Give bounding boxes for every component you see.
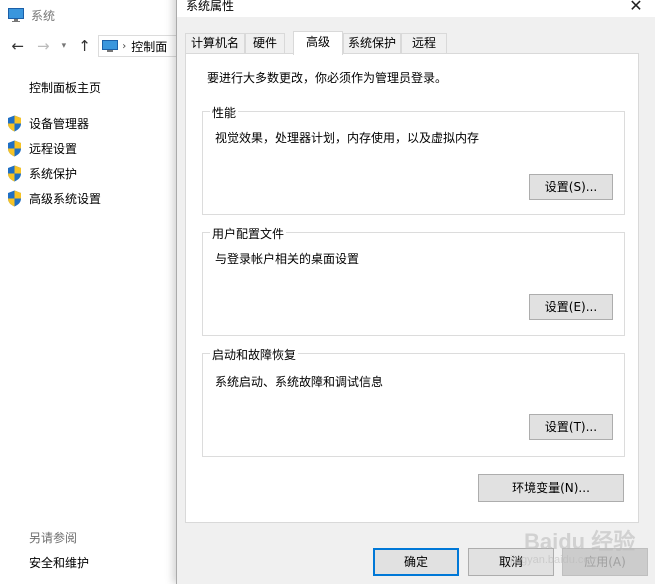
startup-recovery-group: 启动和故障恢复 系统启动、系统故障和调试信息 设置(T)... <box>202 346 625 457</box>
startup-settings-button[interactable]: 设置(T)... <box>529 414 613 440</box>
tab-advanced[interactable]: 高级 <box>293 31 343 55</box>
group-description: 与登录帐户相关的桌面设置 <box>215 252 360 266</box>
shield-icon <box>8 140 21 156</box>
profiles-settings-button[interactable]: 设置(E)... <box>529 294 613 320</box>
address-bar[interactable]: › 控制面 <box>98 35 176 57</box>
watermark-logo: Baidu 经验 <box>524 529 636 554</box>
ok-button[interactable]: 确定 <box>373 548 459 576</box>
tab-panel-advanced: 要进行大多数更改，你必须作为管理员登录。 性能 视觉效果，处理器计划，内存使用，… <box>185 53 639 523</box>
tab-computer-name[interactable]: 计算机名 <box>185 33 245 54</box>
window-titlebar: 系统 <box>0 0 176 30</box>
dialog-titlebar[interactable]: 系统属性 ✕ <box>177 0 655 17</box>
sidebar-item-advanced-settings[interactable]: 高级系统设置 <box>7 189 101 207</box>
group-description: 系统启动、系统故障和调试信息 <box>215 375 384 389</box>
see-also-heading: 另请参阅 <box>29 531 78 545</box>
sidebar-item-label: 远程设置 <box>29 141 78 156</box>
user-profiles-group: 用户配置文件 与登录帐户相关的桌面设置 设置(E)... <box>202 225 625 336</box>
control-panel-window: 系统 ← → ▾ ↑ › 控制面 控制面板主页 设备管理器 远程设置 系统保护 … <box>0 0 176 584</box>
back-arrow-icon[interactable]: ← <box>10 37 26 55</box>
dialog-title: 系统属性 <box>186 0 235 13</box>
chevron-right-icon: › <box>122 40 127 52</box>
address-segment[interactable]: 控制面 <box>131 38 167 55</box>
system-properties-dialog: 系统属性 ✕ 计算机名 硬件 高级 系统保护 远程 要进行大多数更改，你必须作为… <box>176 0 655 584</box>
forward-arrow-icon[interactable]: → <box>36 37 52 55</box>
performance-settings-button[interactable]: 设置(S)... <box>529 174 613 200</box>
sidebar-item-label: 系统保护 <box>29 166 78 181</box>
chevron-down-icon[interactable]: ▾ <box>59 37 69 55</box>
control-panel-home-link[interactable]: 控制面板主页 <box>29 79 101 96</box>
group-title: 性能 <box>210 104 239 121</box>
sidebar-item-label: 设备管理器 <box>29 116 90 131</box>
baidu-watermark: Baidu 经验 jingyan.baidu.com <box>502 524 652 572</box>
close-icon[interactable]: ✕ <box>616 0 655 16</box>
admin-notice: 要进行大多数更改，你必须作为管理员登录。 <box>207 71 448 85</box>
tab-hardware[interactable]: 硬件 <box>245 33 285 54</box>
tab-system-protection[interactable]: 系统保护 <box>343 33 401 54</box>
performance-group: 性能 视觉效果，处理器计划，内存使用，以及虚拟内存 设置(S)... <box>202 104 625 215</box>
group-description: 视觉效果，处理器计划，内存使用，以及虚拟内存 <box>215 131 480 145</box>
window-title: 系统 <box>31 8 56 23</box>
group-title: 用户配置文件 <box>210 225 287 242</box>
computer-icon <box>8 8 24 22</box>
navigation-bar: ← → ▾ ↑ › 控制面 <box>0 34 176 58</box>
up-arrow-icon[interactable]: ↑ <box>77 37 93 55</box>
computer-icon <box>102 39 119 52</box>
sidebar-item-label: 高级系统设置 <box>29 191 102 206</box>
security-maintenance-link[interactable]: 安全和维护 <box>29 554 89 571</box>
shield-icon <box>8 115 21 131</box>
tab-remote[interactable]: 远程 <box>401 33 447 54</box>
watermark-url: jingyan.baidu.com <box>510 554 599 566</box>
shield-icon <box>8 165 21 181</box>
group-title: 启动和故障恢复 <box>210 346 299 363</box>
environment-variables-button[interactable]: 环境变量(N)... <box>478 474 624 502</box>
sidebar-item-device-manager[interactable]: 设备管理器 <box>7 114 89 132</box>
shield-icon <box>8 190 21 206</box>
sidebar-item-system-protection[interactable]: 系统保护 <box>7 164 77 182</box>
sidebar-item-remote-settings[interactable]: 远程设置 <box>7 139 77 157</box>
